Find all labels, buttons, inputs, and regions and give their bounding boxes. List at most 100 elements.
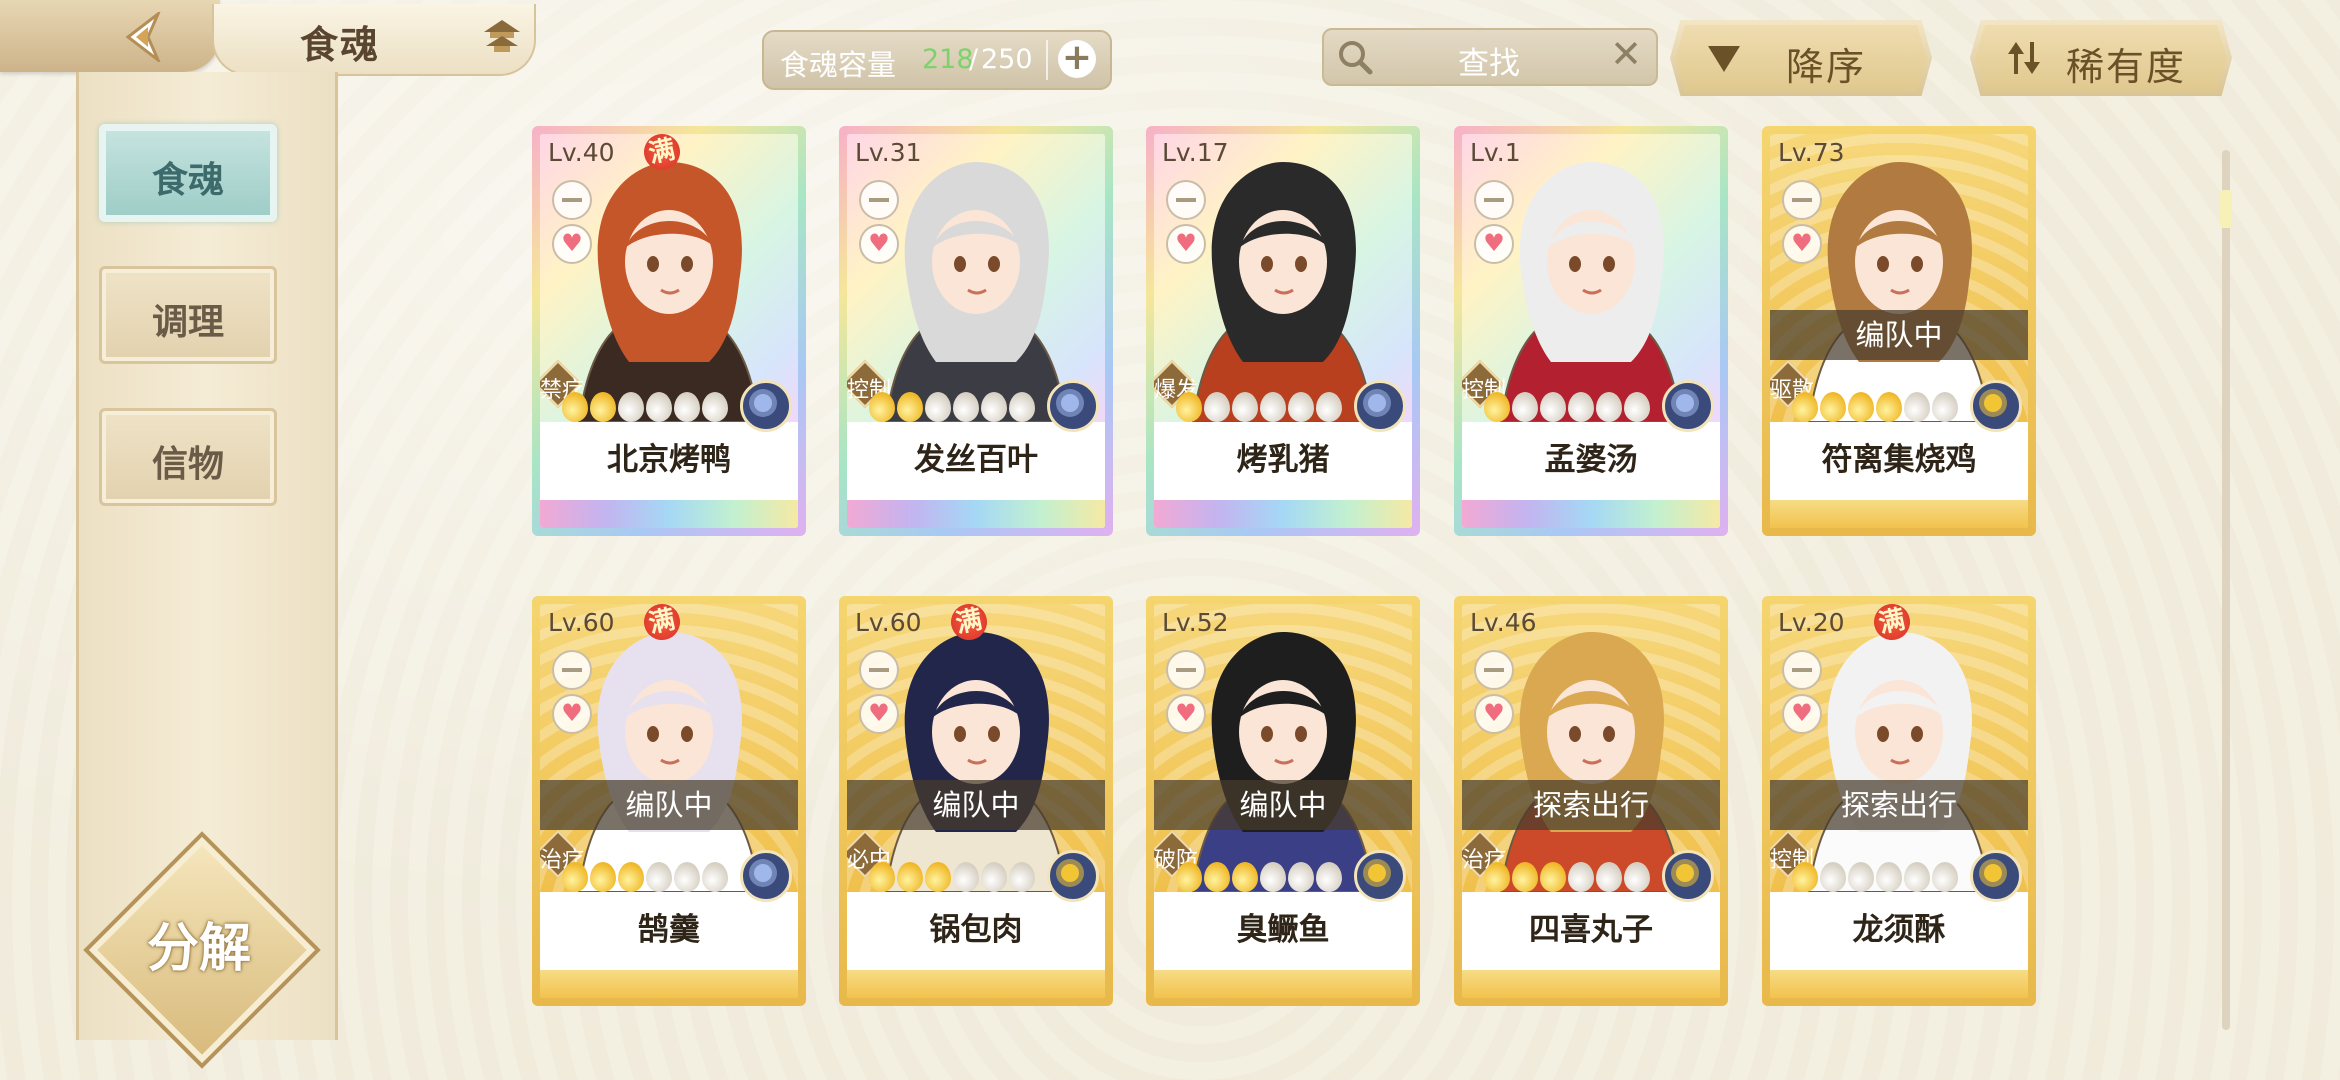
food-soul-card[interactable]: Lv.31 ♥ 控制 发丝百叶 [839,126,1113,536]
tab-tokens-label: 信物 [151,444,224,485]
food-soul-card[interactable]: Lv.52 ♥ 编队中 破防 臭鳜鱼 [1146,596,1420,1006]
heart-icon[interactable]: ♥ [1166,224,1206,264]
character-figure [1807,632,1991,892]
character-name: 锅包肉 [847,900,1105,964]
rank-flame-icon [1848,862,1874,892]
rank-flame-icon [1596,392,1622,422]
rank-flame-icon [1512,392,1538,422]
rarity-stripe [1770,500,2028,528]
card-frame: Lv.60 满 ♥ 编队中 必中 锅包肉 [847,604,1105,998]
rank-flame-icon [1288,392,1314,422]
rank-flame-icon [674,862,700,892]
heart-icon[interactable]: ♥ [1782,694,1822,734]
food-soul-card[interactable]: Lv.60 满 ♥ 编队中 治疗 鹄羹 [532,596,806,1006]
lock-icon[interactable] [1782,650,1822,690]
rank-flame-icon [869,862,895,892]
rank-flame-icon [1792,392,1818,422]
capacity-current: 218 [922,44,974,75]
character-figure [1191,162,1375,422]
heart-icon[interactable]: ♥ [1166,694,1206,734]
tab-food-souls[interactable]: 食魂 [99,124,277,222]
capacity-max: 250 [981,44,1033,75]
scrollbar-thumb[interactable] [2220,190,2232,228]
page-title: 食魂 [300,23,381,67]
heart-icon[interactable]: ♥ [552,694,592,734]
character-figure [884,632,1068,892]
rank-flames [562,862,728,892]
card-frame: Lv.20 满 ♥ 探索出行 控制 龙须酥 [1770,604,2028,998]
heart-icon[interactable]: ♥ [1782,224,1822,264]
food-soul-card[interactable]: Lv.46 ♥ 探索出行 治疗 四喜丸子 [1454,596,1728,1006]
food-soul-card[interactable]: Lv.60 满 ♥ 编队中 必中 锅包肉 [839,596,1113,1006]
card-frame: Lv.1 ♥ 控制 孟婆汤 [1462,134,1720,528]
lock-icon[interactable] [1474,650,1514,690]
element-emblem-icon [1970,850,2022,902]
back-button[interactable] [0,0,220,72]
capacity-display: 食魂容量 218 / 250 + [762,30,1112,90]
food-soul-card[interactable]: Lv.17 ♥ 爆发 烤乳猪 [1146,126,1420,536]
level-label: Lv.60 [548,608,615,637]
rank-flame-icon [1232,862,1258,892]
clear-search-icon[interactable]: ✕ [1610,32,1642,76]
rank-flame-icon [674,392,700,422]
lock-icon[interactable] [552,650,592,690]
heart-icon[interactable]: ♥ [859,694,899,734]
food-soul-card[interactable]: Lv.40 满 ♥ 禁疗 北京烤鸭 [532,126,806,536]
emblem-flower [1984,864,2002,882]
rank-flame-icon [590,392,616,422]
card-frame: Lv.46 ♥ 探索出行 治疗 四喜丸子 [1462,604,1720,998]
rank-flame-icon [1316,862,1342,892]
rank-flame-icon [1232,392,1258,422]
heart-icon[interactable]: ♥ [1474,694,1514,734]
lock-icon[interactable] [1166,650,1206,690]
element-emblem-icon [1970,380,2022,432]
capacity-divider [1046,40,1048,80]
emblem-flower [754,394,772,412]
card-frame: Lv.60 满 ♥ 编队中 治疗 鹄羹 [540,604,798,998]
rank-flame-icon [1820,392,1846,422]
element-emblem-icon [1047,380,1099,432]
level-label: Lv.20 [1778,608,1845,637]
character-figure [884,162,1068,422]
lock-icon[interactable] [552,180,592,220]
rank-flame-icon [562,392,588,422]
search-input[interactable]: 查找 ✕ [1322,28,1658,86]
scrollbar-track[interactable] [2222,150,2230,1030]
food-soul-card[interactable]: Lv.73 ♥ 编队中 驱散 符离集烧鸡 [1762,126,2036,536]
heart-icon[interactable]: ♥ [552,224,592,264]
tab-tokens[interactable]: 信物 [99,408,277,506]
rank-flames [1484,392,1650,422]
lock-icon[interactable] [1474,180,1514,220]
expand-capacity-button[interactable]: + [1058,40,1096,78]
character-name: 四喜丸子 [1462,900,1720,964]
rarity-stripe [1462,970,1720,998]
rank-flame-icon [897,392,923,422]
character-figure [1807,162,1991,422]
character-figure [1191,632,1375,892]
lock-icon[interactable] [859,650,899,690]
food-soul-card[interactable]: Lv.1 ♥ 控制 孟婆汤 [1454,126,1728,536]
rank-flame-icon [1204,392,1230,422]
card-frame: Lv.52 ♥ 编队中 破防 臭鳜鱼 [1154,604,1412,998]
sort-order-button[interactable]: 降序 [1670,20,1932,96]
lock-icon[interactable] [859,180,899,220]
rank-flame-icon [1009,862,1035,892]
lock-icon[interactable] [1166,180,1206,220]
character-name: 孟婆汤 [1462,430,1720,494]
element-emblem-icon [1662,380,1714,432]
rank-flame-icon [1540,392,1566,422]
level-label: Lv.31 [855,138,922,167]
rank-flames [562,392,728,422]
rank-flame-icon [1876,862,1902,892]
level-label: Lv.52 [1162,608,1229,637]
heart-icon[interactable]: ♥ [859,224,899,264]
rank-flame-icon [1316,392,1342,422]
rank-flame-icon [1512,862,1538,892]
heart-icon[interactable]: ♥ [1474,224,1514,264]
lock-icon[interactable] [1782,180,1822,220]
sort-by-button[interactable]: 稀有度 [1970,20,2232,96]
level-label: Lv.60 [855,608,922,637]
tab-conditioning[interactable]: 调理 [99,266,277,364]
emblem-flower [754,864,772,882]
food-soul-card[interactable]: Lv.20 满 ♥ 探索出行 控制 龙须酥 [1762,596,2036,1006]
